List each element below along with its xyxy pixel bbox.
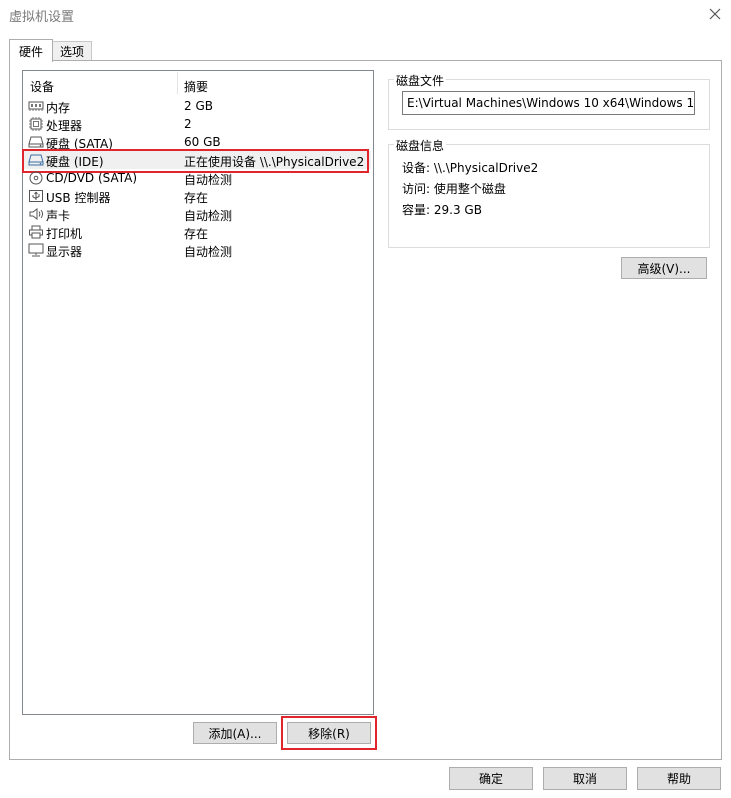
cd-dvd-icon bbox=[28, 171, 44, 185]
device-name: USB 控制器 bbox=[46, 191, 111, 205]
device-name: 显示器 bbox=[46, 245, 83, 259]
device-row-usb-controller[interactable]: USB 控制器 存在 bbox=[23, 187, 371, 205]
device-summary: 自动检测 bbox=[184, 209, 233, 223]
disk-info-group-title: 磁盘信息 bbox=[394, 137, 447, 154]
disk-info-access: 访问: 使用整个磁盘 bbox=[402, 182, 506, 196]
device-summary: 存在 bbox=[184, 227, 209, 241]
device-name: 处理器 bbox=[46, 119, 83, 133]
add-button[interactable]: 添加(A)... bbox=[193, 722, 277, 744]
disk-info-capacity: 容量: 29.3 GB bbox=[402, 203, 482, 217]
speaker-icon bbox=[28, 207, 44, 221]
device-summary: 2 bbox=[184, 117, 192, 131]
device-row-memory[interactable]: 内存 2 GB bbox=[23, 97, 371, 115]
disk-file-group-title: 磁盘文件 bbox=[394, 72, 447, 89]
device-row-sound-card[interactable]: 声卡 自动检测 bbox=[23, 205, 371, 223]
tab-options[interactable]: 选项 bbox=[52, 41, 92, 61]
hard-disk-icon bbox=[28, 135, 44, 149]
help-button[interactable]: 帮助 bbox=[637, 767, 721, 790]
column-header-device[interactable]: 设备 bbox=[30, 78, 54, 95]
device-name: 打印机 bbox=[46, 227, 83, 241]
device-row-display[interactable]: 显示器 自动检测 bbox=[23, 241, 371, 259]
device-row-cd-dvd[interactable]: CD/DVD (SATA) 自动检测 bbox=[23, 169, 371, 187]
disk-file-path-field[interactable]: E:\Virtual Machines\Windows 10 x64\Windo… bbox=[402, 91, 695, 115]
device-summary: 自动检测 bbox=[184, 245, 233, 259]
highlight-box-remove-button bbox=[281, 716, 377, 750]
window-title: 虚拟机设置 bbox=[9, 10, 75, 25]
device-name: 声卡 bbox=[46, 209, 71, 223]
device-row-printer[interactable]: 打印机 存在 bbox=[23, 223, 371, 241]
device-row-processor[interactable]: 处理器 2 bbox=[23, 115, 371, 133]
tab-hardware[interactable]: 硬件 bbox=[9, 39, 53, 62]
column-header-summary[interactable]: 摘要 bbox=[184, 78, 208, 95]
device-summary: 2 GB bbox=[184, 99, 213, 113]
device-summary: 60 GB bbox=[184, 135, 221, 149]
device-name: CD/DVD (SATA) bbox=[46, 171, 138, 185]
cancel-button[interactable]: 取消 bbox=[543, 767, 627, 790]
column-separator[interactable] bbox=[177, 72, 178, 94]
memory-icon bbox=[28, 99, 44, 113]
ok-button[interactable]: 确定 bbox=[449, 767, 533, 790]
processor-icon bbox=[28, 117, 44, 131]
device-summary: 自动检测 bbox=[184, 173, 233, 187]
close-icon[interactable] bbox=[705, 2, 725, 26]
printer-icon bbox=[28, 225, 44, 239]
disk-info-device: 设备: \\.\PhysicalDrive2 bbox=[402, 161, 539, 175]
device-name: 内存 bbox=[46, 101, 71, 115]
advanced-button[interactable]: 高级(V)... bbox=[621, 257, 707, 279]
device-summary: 存在 bbox=[184, 191, 209, 205]
usb-icon bbox=[28, 189, 44, 203]
monitor-icon bbox=[28, 243, 44, 257]
